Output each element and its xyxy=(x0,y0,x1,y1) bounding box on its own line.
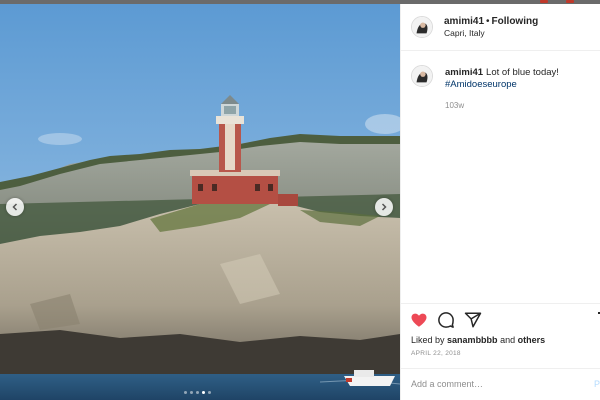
chevron-left-icon xyxy=(12,203,18,211)
post-header: amimi41 • Following Capri, Italy xyxy=(401,4,600,51)
post-details-panel: amimi41 • Following Capri, Italy amimi41 Lo… xyxy=(400,4,600,400)
caption-username[interactable]: amimi41 xyxy=(445,67,483,78)
carousel-dot xyxy=(184,391,187,394)
carousel-indicator xyxy=(184,391,211,394)
share-icon xyxy=(464,312,482,328)
avatar[interactable] xyxy=(411,16,433,38)
chevron-right-icon xyxy=(381,203,387,211)
comment-input[interactable]: Add a comment… xyxy=(411,379,483,389)
carousel-dot xyxy=(202,391,205,394)
caption-section: amimi41 Lot of blue today! #Amidoeseurope… xyxy=(401,51,600,301)
next-photo-button[interactable] xyxy=(375,198,393,216)
liked-by-prefix: Liked by xyxy=(411,335,445,345)
comment-button[interactable] xyxy=(437,311,455,329)
liked-by-and: and xyxy=(500,335,516,345)
liked-by-others-link[interactable]: others xyxy=(518,335,546,345)
post-photo[interactable] xyxy=(0,4,400,400)
post-comment-button[interactable]: P xyxy=(594,379,600,389)
previous-photo-button[interactable] xyxy=(6,198,24,216)
hashtag-link[interactable]: #Amidoeseurope xyxy=(445,79,517,90)
following-button[interactable]: Following xyxy=(492,16,539,27)
location-link[interactable]: Capri, Italy xyxy=(444,28,485,38)
tab-indicator xyxy=(566,0,574,3)
likes-summary: Liked by sanambbbb and others xyxy=(411,335,545,345)
comment-icon xyxy=(438,312,454,328)
post-author: amimi41 • Following xyxy=(444,16,538,27)
separator-dot: • xyxy=(486,16,490,27)
heart-icon xyxy=(411,313,427,327)
username-link[interactable]: amimi41 xyxy=(444,16,484,27)
share-button[interactable] xyxy=(464,311,482,329)
carousel-dot xyxy=(190,391,193,394)
carousel-dot xyxy=(196,391,199,394)
caption-text: amimi41 Lot of blue today! #Amidoeseurope xyxy=(445,67,595,91)
caption-body: Lot of blue today! xyxy=(486,67,559,78)
avatar[interactable] xyxy=(411,65,433,87)
add-comment-bar: Add a comment… P xyxy=(401,368,600,400)
liked-by-user-link[interactable]: sanambbbb xyxy=(447,335,498,345)
post-date: APRIL 22, 2018 xyxy=(411,350,461,357)
action-section: Liked by sanambbbb and others APRIL 22, … xyxy=(401,303,600,400)
like-button[interactable] xyxy=(410,311,428,329)
carousel-dot xyxy=(208,391,211,394)
avatar-image xyxy=(412,66,432,86)
post-age: 103w xyxy=(445,101,465,110)
avatar-image xyxy=(412,17,432,37)
lighthouse-photo-image xyxy=(0,4,400,400)
tab-indicator xyxy=(540,0,548,3)
